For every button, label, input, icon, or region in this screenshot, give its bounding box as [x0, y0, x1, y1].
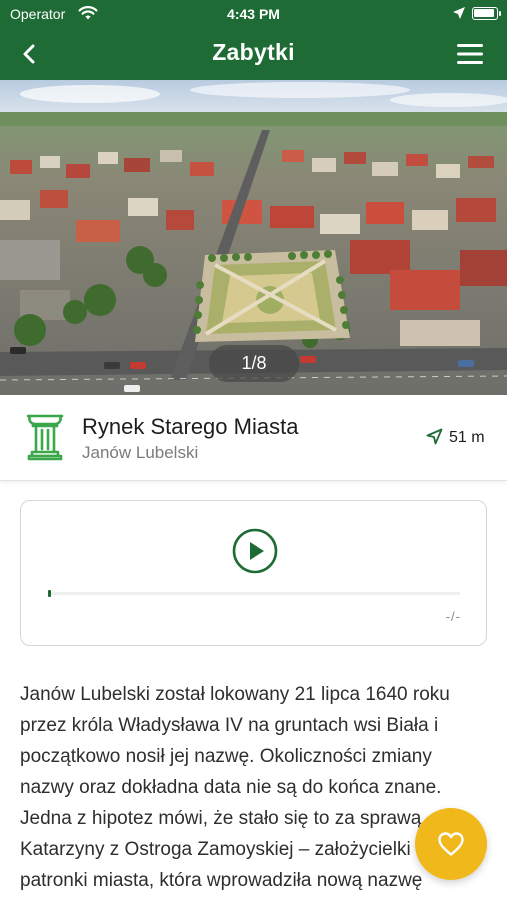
location-arrow-icon — [452, 6, 466, 23]
audio-time: -/- — [445, 609, 461, 624]
heart-icon — [438, 832, 464, 856]
status-bar: Operator 4:43 PM — [0, 0, 507, 28]
distance-value: 51 m — [449, 429, 485, 446]
gallery-counter: 1/8 — [209, 345, 299, 382]
place-description: Janów Lubelski został lokowany 21 lipca … — [20, 684, 450, 891]
favorite-button[interactable] — [415, 808, 487, 880]
top-bar: Operator 4:43 PM Zabytki — [0, 0, 507, 80]
status-time: 4:43 PM — [227, 6, 280, 22]
monument-column-icon — [24, 412, 66, 462]
hamburger-menu-icon — [457, 44, 483, 64]
navigation-bar: Zabytki — [0, 28, 507, 80]
menu-button[interactable] — [452, 38, 488, 70]
place-info-card: Rynek Starego Miasta Janów Lubelski 51 m — [0, 395, 507, 481]
page-title: Zabytki — [212, 39, 295, 65]
battery-icon — [472, 7, 501, 20]
play-button[interactable] — [232, 528, 278, 574]
audio-progress-bar[interactable] — [48, 590, 460, 597]
photo-gallery[interactable]: 1/8 — [0, 80, 507, 395]
place-city: Janów Lubelski — [82, 443, 199, 462]
place-name: Rynek Starego Miasta — [82, 414, 299, 439]
audio-progress-fill — [48, 590, 51, 597]
play-icon — [232, 528, 278, 574]
distance-indicator: 51 m — [426, 428, 485, 447]
audio-player: -/- — [20, 500, 487, 646]
navigation-arrow-icon — [426, 428, 443, 445]
